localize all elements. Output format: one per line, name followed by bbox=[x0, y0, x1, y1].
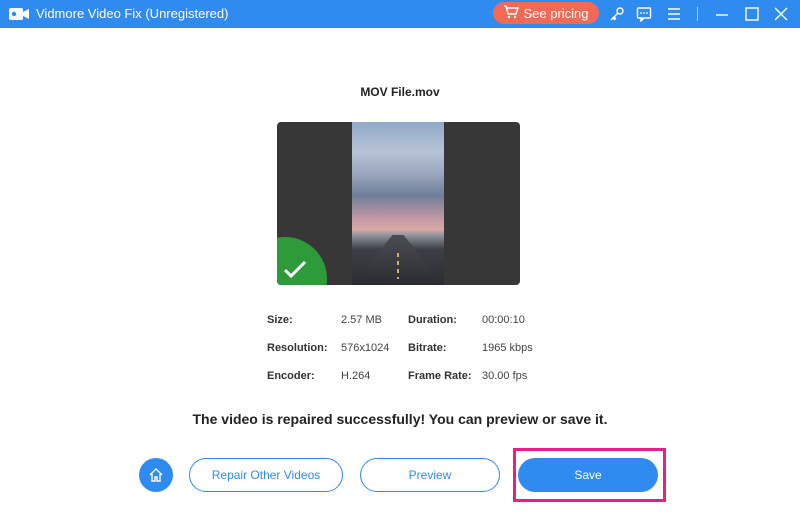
maximize-icon[interactable] bbox=[742, 4, 762, 24]
checkmark-icon bbox=[283, 260, 307, 279]
window-title: Vidmore Video Fix (Unregistered) bbox=[36, 6, 229, 21]
video-frame bbox=[352, 122, 444, 285]
cart-icon bbox=[503, 4, 520, 22]
repair-other-videos-button[interactable]: Repair Other Videos bbox=[189, 458, 343, 492]
encoder-label: Encoder: bbox=[267, 370, 315, 382]
minimize-icon[interactable] bbox=[712, 4, 732, 24]
size-value: 2.57 MB bbox=[341, 314, 382, 326]
title-bar: Vidmore Video Fix (Unregistered) See pri… bbox=[0, 0, 800, 28]
home-icon bbox=[149, 468, 163, 482]
success-message: The video is repaired successfully! You … bbox=[192, 411, 608, 427]
save-button[interactable]: Save bbox=[518, 458, 658, 492]
close-icon[interactable] bbox=[771, 4, 791, 24]
file-name: MOV File.mov bbox=[360, 85, 440, 99]
video-thumbnail bbox=[277, 122, 520, 285]
see-pricing-label: See pricing bbox=[523, 5, 589, 21]
road-line bbox=[397, 253, 399, 279]
preview-button[interactable]: Preview bbox=[360, 458, 500, 492]
menu-icon[interactable] bbox=[664, 4, 684, 24]
duration-value: 00:00:10 bbox=[482, 314, 525, 326]
framerate-label: Frame Rate: bbox=[408, 370, 472, 382]
encoder-value: H.264 bbox=[341, 370, 371, 382]
size-label: Size: bbox=[267, 314, 293, 326]
titlebar-divider bbox=[697, 7, 698, 21]
home-button[interactable] bbox=[139, 458, 173, 492]
see-pricing-button[interactable]: See pricing bbox=[493, 2, 599, 24]
repaired-check-badge bbox=[277, 237, 327, 285]
bitrate-value: 1965 kbps bbox=[482, 342, 533, 354]
framerate-value: 30.00 fps bbox=[482, 370, 528, 382]
feedback-icon[interactable] bbox=[634, 4, 654, 24]
resolution-value: 576x1024 bbox=[341, 342, 390, 354]
duration-label: Duration: bbox=[408, 314, 457, 326]
app-logo-icon bbox=[8, 5, 30, 23]
resolution-label: Resolution: bbox=[267, 342, 328, 354]
key-icon[interactable] bbox=[607, 4, 627, 24]
bitrate-label: Bitrate: bbox=[408, 342, 447, 354]
